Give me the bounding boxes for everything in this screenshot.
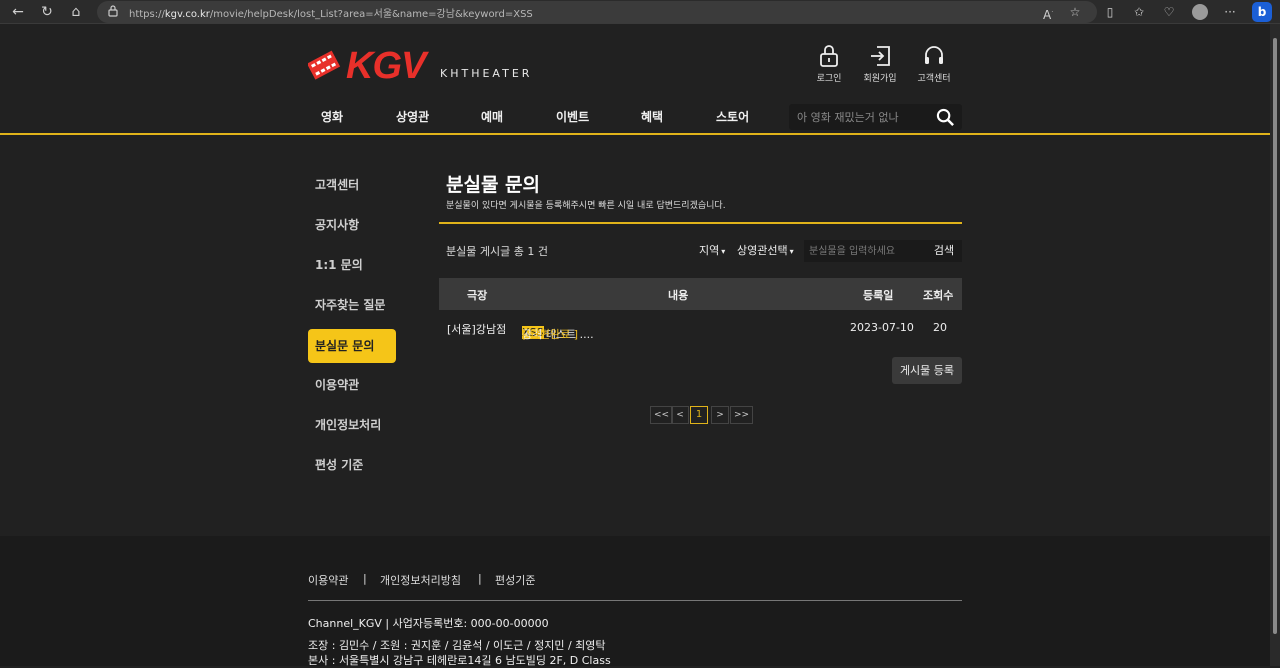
- customer-center-link[interactable]: 고객센터: [908, 44, 960, 84]
- footer-link-schedule[interactable]: 편성기준: [495, 572, 535, 588]
- footer-members: 조장 : 김민수 / 조원 : 권지훈 / 김윤석 / 이도근 / 정지민 / …: [308, 639, 606, 652]
- column-header-date: 등록일: [863, 289, 894, 302]
- row-views: 20: [933, 321, 947, 334]
- footer-link-privacy[interactable]: 개인정보처리방침: [380, 572, 461, 588]
- signup-label: 회원가입: [863, 74, 897, 84]
- scrollbar-thumb[interactable]: [1273, 38, 1277, 634]
- chevron-down-icon: ▾: [789, 247, 794, 256]
- reply-status-badge: [ 답변완료 ]: [522, 328, 579, 341]
- page-first-button[interactable]: <<: [650, 406, 674, 424]
- favorites-icon[interactable]: ✩: [1130, 3, 1148, 21]
- address-bar[interactable]: https://kgv.co.kr/movie/helpDesk/lost_Li…: [97, 1, 1097, 23]
- column-header-content: 내용: [668, 289, 689, 302]
- bing-copilot-icon[interactable]: b: [1252, 2, 1272, 22]
- header-divider: [0, 133, 1270, 135]
- row-date: 2023-07-10: [850, 321, 914, 334]
- reload-icon[interactable]: ↻: [38, 3, 56, 21]
- lost-item-search-input[interactable]: [804, 240, 926, 262]
- sidebar-item-privacy[interactable]: 개인정보처리: [308, 408, 396, 442]
- footer-link-terms[interactable]: 이용약관: [308, 572, 348, 588]
- home-icon[interactable]: ⌂: [67, 3, 85, 21]
- sidebar-item-inquiry[interactable]: 1:1 문의: [308, 248, 396, 282]
- sidebar-item-customer-center[interactable]: 고객센터: [308, 168, 396, 202]
- url-path: /movie/helpDesk/lost_List?area=서울&name=강…: [209, 9, 533, 20]
- table-header: 극장 내용 등록일 조회수: [439, 278, 962, 310]
- signup-link[interactable]: 회원가입: [854, 44, 906, 84]
- title-divider: [439, 222, 962, 224]
- browser-toolbar: ← ↻ ⌂ https://kgv.co.kr/movie/helpDesk/l…: [0, 0, 1280, 24]
- footer-company-info: Channel_KGV | 사업자등록번호: 000-00-00000: [308, 617, 549, 630]
- sidebar-item-faq[interactable]: 자주찾는 질문: [308, 288, 396, 322]
- nav-booking[interactable]: 예매: [481, 108, 503, 126]
- nav-store[interactable]: 스토어: [716, 108, 749, 126]
- signup-icon: [871, 46, 890, 66]
- nav-movie[interactable]: 영화: [321, 108, 343, 126]
- sidebar-item-notice[interactable]: 공지사항: [308, 208, 396, 242]
- footer: [0, 536, 1270, 666]
- sidebar-item-terms[interactable]: 이용약관: [308, 368, 396, 402]
- search-icon[interactable]: [936, 108, 955, 127]
- url-prefix: https://: [129, 9, 165, 20]
- page-last-button[interactable]: >>: [730, 406, 754, 424]
- customer-center-label: 고객센터: [917, 74, 951, 84]
- nav-event[interactable]: 이벤트: [556, 108, 589, 126]
- logo-subtitle: KHTHEATER: [440, 67, 533, 80]
- table-row[interactable]: [서울]강남점 XSS 공격 테스트 .... [ 답변완료 ] 2023-07…: [439, 316, 962, 341]
- headset-icon: [925, 46, 943, 64]
- sidebar-item-schedule-standard[interactable]: 편성 기준: [308, 448, 396, 482]
- footer-divider: [308, 600, 962, 601]
- login-link[interactable]: 로그인: [803, 44, 855, 84]
- kgv-logo[interactable]: KGV: [308, 44, 438, 84]
- lock-icon: [820, 45, 838, 67]
- address-url[interactable]: https://kgv.co.kr/movie/helpDesk/lost_Li…: [129, 5, 533, 20]
- logo-text: KGV: [346, 45, 429, 84]
- area-select[interactable]: 지역 ▾: [699, 242, 726, 260]
- footer-separator: |: [478, 572, 482, 585]
- split-screen-icon[interactable]: ▯: [1101, 3, 1119, 21]
- row-theater: [서울]강남점: [447, 323, 507, 336]
- write-post-button[interactable]: 게시물 등록: [892, 357, 962, 384]
- lost-item-search-button[interactable]: 검색: [926, 240, 962, 262]
- theater-select-label: 상영관선택: [737, 244, 788, 257]
- favorite-star-icon[interactable]: ☆: [1066, 3, 1084, 21]
- page-next-button[interactable]: >: [711, 406, 729, 424]
- page-number-current[interactable]: 1: [690, 406, 708, 424]
- column-header-views: 조회수: [923, 289, 954, 302]
- page-description: 분실물이 있다면 게시물을 등록해주시면 빠른 시일 내로 답변드리겠습니다.: [446, 201, 726, 211]
- nav-benefit[interactable]: 혜택: [641, 108, 663, 126]
- url-host: kgv.co.kr: [164, 9, 210, 20]
- area-select-label: 지역: [699, 244, 720, 257]
- site-lock-icon[interactable]: [108, 5, 118, 17]
- profile-avatar[interactable]: [1192, 4, 1208, 20]
- footer-separator: |: [363, 572, 367, 585]
- header-search-input[interactable]: [797, 108, 932, 126]
- page-scrollbar[interactable]: [1270, 24, 1280, 666]
- theater-select[interactable]: 상영관선택 ▾: [737, 242, 794, 260]
- read-aloud-icon[interactable]: Aᐧ: [1039, 3, 1057, 22]
- column-header-theater: 극장: [467, 289, 488, 302]
- header-search: [789, 104, 962, 130]
- chevron-down-icon: ▾: [721, 247, 726, 256]
- back-arrow-icon[interactable]: ←: [9, 3, 27, 21]
- sidebar-item-lost-found[interactable]: 분실문 문의: [308, 329, 396, 363]
- post-count: 분실물 게시글 총 1 건: [446, 245, 548, 258]
- nav-theater[interactable]: 상영관: [396, 108, 429, 126]
- page-title: 분실물 문의: [446, 174, 541, 196]
- more-menu-icon[interactable]: ···: [1221, 3, 1239, 21]
- login-label: 로그인: [816, 74, 842, 84]
- browser-essentials-icon[interactable]: ♡: [1160, 3, 1178, 21]
- page-prev-button[interactable]: <: [671, 406, 689, 424]
